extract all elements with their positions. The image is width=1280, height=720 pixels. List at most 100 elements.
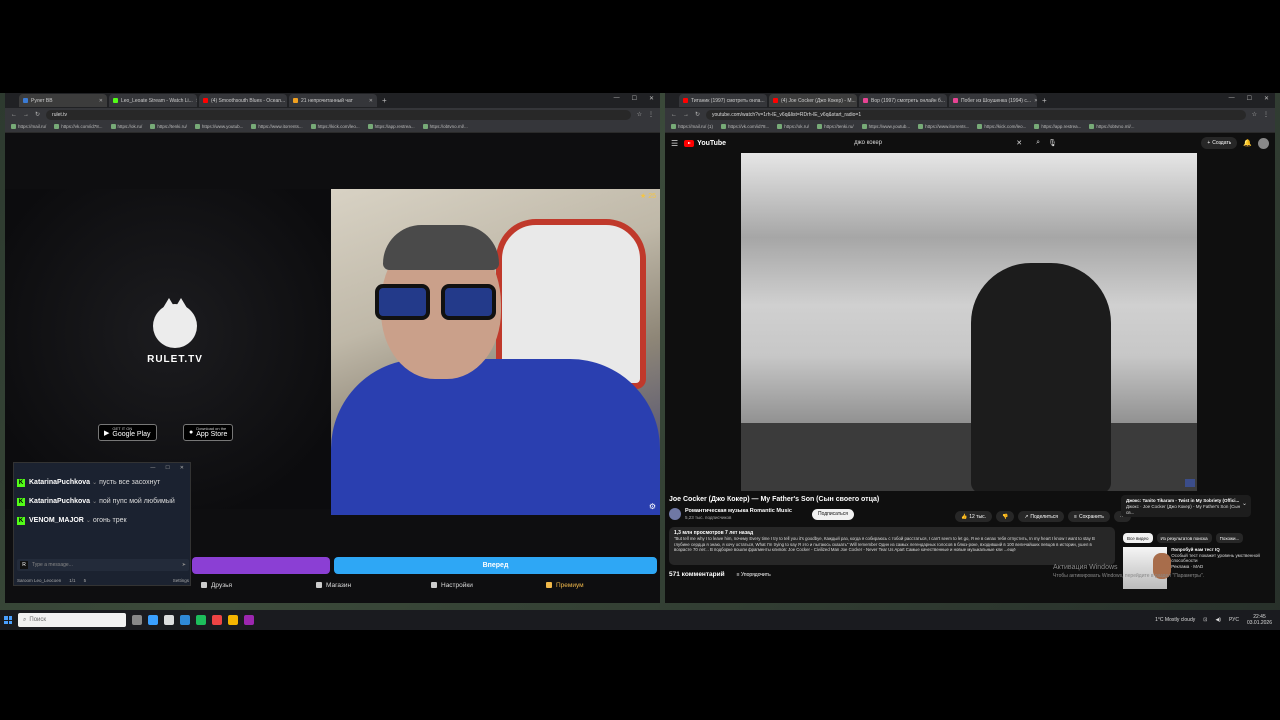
opera-icon[interactable]: [212, 615, 222, 625]
task-view-icon[interactable]: [132, 615, 142, 625]
right-tab-1[interactable]: (4) Joe Cocker (Джо Кокер) - M...✕: [769, 94, 857, 107]
miniplayer-icon[interactable]: [1185, 479, 1195, 487]
bookmark-item[interactable]: https://app.restrea...: [1034, 124, 1081, 129]
language-indicator[interactable]: РУС: [1229, 617, 1239, 623]
right-tab-2[interactable]: Вор (1997) смотреть онлайн б...✕: [859, 94, 947, 107]
new-tab-icon[interactable]: +: [1042, 96, 1047, 105]
nav-friends[interactable]: Друзья: [195, 578, 310, 592]
chip-search-results[interactable]: Из результатов поиска: [1156, 533, 1212, 543]
nav-settings[interactable]: Настройки: [425, 578, 540, 592]
tab-close-icon[interactable]: ✕: [196, 98, 197, 104]
bookmark-item[interactable]: https://www.youtub...: [194, 124, 243, 129]
left-tab-1[interactable]: Leo_Leoate Stream - Watch Li...✕: [109, 94, 197, 107]
back-icon[interactable]: ←: [11, 112, 17, 118]
stop-button[interactable]: [192, 557, 330, 574]
forward-icon[interactable]: →: [683, 112, 689, 118]
like-button[interactable]: 👍 12 тыс.: [955, 511, 992, 522]
video-description[interactable]: 1,3 млн просмотров 7 лет назад "But tell…: [669, 527, 1115, 565]
left-tab-3[interactable]: 21 непрочитанный чат ✕: [289, 94, 377, 107]
hamburger-menu-icon[interactable]: ☰: [671, 139, 678, 148]
bookmark-item[interactable]: https://www.itorrents...: [918, 124, 969, 129]
google-play-button[interactable]: ▶ GET IT ON Google Play: [98, 424, 157, 441]
bookmark-item[interactable]: https://ok.ru/: [110, 124, 142, 129]
sort-button[interactable]: ≡ Упорядочить: [737, 572, 771, 578]
bookmark-item[interactable]: https://kick.com/leo...: [310, 124, 360, 129]
reload-icon[interactable]: ↻: [695, 111, 700, 118]
share-button[interactable]: ↗ Поделиться: [1018, 511, 1065, 522]
create-button[interactable]: + Создать: [1201, 137, 1238, 149]
volume-icon[interactable]: ◀): [1215, 617, 1221, 623]
maximize-icon[interactable]: ☐: [632, 95, 637, 102]
clear-search-icon[interactable]: ✕: [1016, 139, 1022, 147]
left-tab-2[interactable]: (4) Smoothsouth Blues - Ocean...✕: [199, 94, 287, 107]
bell-icon[interactable]: 🔔: [1243, 139, 1252, 147]
star-icon[interactable]: ☆: [1252, 111, 1257, 118]
taskbar-search[interactable]: ⌕ Поиск: [18, 613, 126, 627]
right-tab-3[interactable]: Побег из Шоушенка (1994) с... ✕: [949, 94, 1037, 107]
bookmark-item[interactable]: https://www.itorrents...: [251, 124, 303, 129]
url-field[interactable]: rulet.tv: [46, 109, 631, 120]
bookmark-item[interactable]: https://mail.ru/ (1): [671, 124, 713, 129]
bookmark-item[interactable]: https://tenki.ru/: [817, 124, 854, 129]
nav-premium[interactable]: Премиум: [540, 578, 655, 592]
app-icon[interactable]: [244, 615, 254, 625]
search-icon[interactable]: ⌕: [1036, 139, 1040, 147]
app-store-button[interactable]: ● Download on the App Store: [183, 424, 234, 441]
tab-close-icon[interactable]: ✕: [369, 98, 373, 104]
send-icon[interactable]: ➤: [182, 562, 186, 568]
chevron-down-icon[interactable]: ⌄: [1242, 501, 1247, 507]
microphone-icon[interactable]: 🎙: [1048, 139, 1057, 147]
bookmark-item[interactable]: https://obtvno.ml/...: [1089, 124, 1134, 129]
network-icon[interactable]: ⊡: [1203, 617, 1207, 623]
nav-shop[interactable]: Магазин: [310, 578, 425, 592]
edge-icon[interactable]: [148, 615, 158, 625]
dislike-button[interactable]: 👎: [995, 511, 1015, 522]
channel-name[interactable]: Романтическая музыка Romantic Music: [685, 508, 792, 515]
next-button[interactable]: Вперед: [334, 557, 657, 574]
bookmark-item[interactable]: https://kick.com/leo...: [977, 124, 1026, 129]
chip-all[interactable]: Все видео: [1123, 533, 1153, 543]
youtube-logo[interactable]: YouTube: [684, 139, 726, 147]
right-tab-0[interactable]: Титаник (1997) смотреть онла...✕: [679, 94, 767, 107]
telegram-icon[interactable]: [180, 615, 190, 625]
maximize-icon[interactable]: ☐: [1247, 95, 1252, 102]
url-field[interactable]: youtube.com/watch?v=1rh-lE_v6q&list=RDrh…: [706, 109, 1246, 120]
weather-widget[interactable]: 1°C Mostly cloudy: [1155, 617, 1195, 623]
reload-icon[interactable]: ↻: [35, 111, 40, 118]
new-tab-icon[interactable]: +: [382, 96, 387, 105]
channel-avatar[interactable]: [669, 508, 681, 520]
minimize-icon[interactable]: —: [150, 465, 155, 472]
settings-icon[interactable]: ⚙: [649, 502, 656, 511]
back-icon[interactable]: ←: [671, 112, 677, 118]
menu-icon[interactable]: ⋮: [1263, 111, 1269, 118]
bookmark-item[interactable]: https://tenki.ru/: [150, 124, 187, 129]
bookmark-item[interactable]: https://mail.ru/: [11, 124, 46, 129]
minimize-icon[interactable]: —: [614, 95, 620, 102]
video-player[interactable]: [741, 153, 1197, 491]
subscribe-button[interactable]: Подписаться: [811, 508, 854, 520]
bookmark-item[interactable]: https://ok.ru/: [777, 124, 809, 129]
maximize-icon[interactable]: ☐: [165, 465, 169, 472]
save-button[interactable]: ≡ Сохранить: [1068, 511, 1110, 522]
chat-input[interactable]: R Type a message... ➤: [17, 559, 189, 571]
bookmark-item[interactable]: https://app.restrea...: [367, 124, 415, 129]
close-icon[interactable]: ✕: [1264, 95, 1269, 102]
bookmark-item[interactable]: https://vk.com/id78...: [54, 124, 103, 129]
tab-close-icon[interactable]: ✕: [99, 98, 103, 104]
clock[interactable]: 22:45 03.01.2026: [1247, 614, 1272, 626]
explorer-icon[interactable]: [164, 615, 174, 625]
app-icon[interactable]: [196, 615, 206, 625]
chip-similar[interactable]: Похожи...: [1215, 533, 1244, 543]
left-tab-0[interactable]: Рулет ВВ ✕: [19, 94, 107, 107]
chrome-icon[interactable]: [228, 615, 238, 625]
avatar[interactable]: [1258, 137, 1269, 149]
star-icon[interactable]: ☆: [637, 111, 642, 118]
bookmark-item[interactable]: https://www.youtub...: [861, 124, 910, 129]
bookmark-item[interactable]: https://obtvno.ml/...: [422, 124, 468, 129]
tab-close-icon[interactable]: ✕: [1034, 98, 1037, 104]
windows-start-icon[interactable]: [4, 616, 12, 624]
forward-icon[interactable]: →: [23, 112, 29, 118]
mix-playlist-panel[interactable]: Джокс: Tanito Tikaram - Twist in My Sobr…: [1121, 495, 1251, 517]
bookmark-item[interactable]: https://vk.com/id78...: [721, 124, 769, 129]
menu-icon[interactable]: ⋮: [648, 111, 654, 118]
